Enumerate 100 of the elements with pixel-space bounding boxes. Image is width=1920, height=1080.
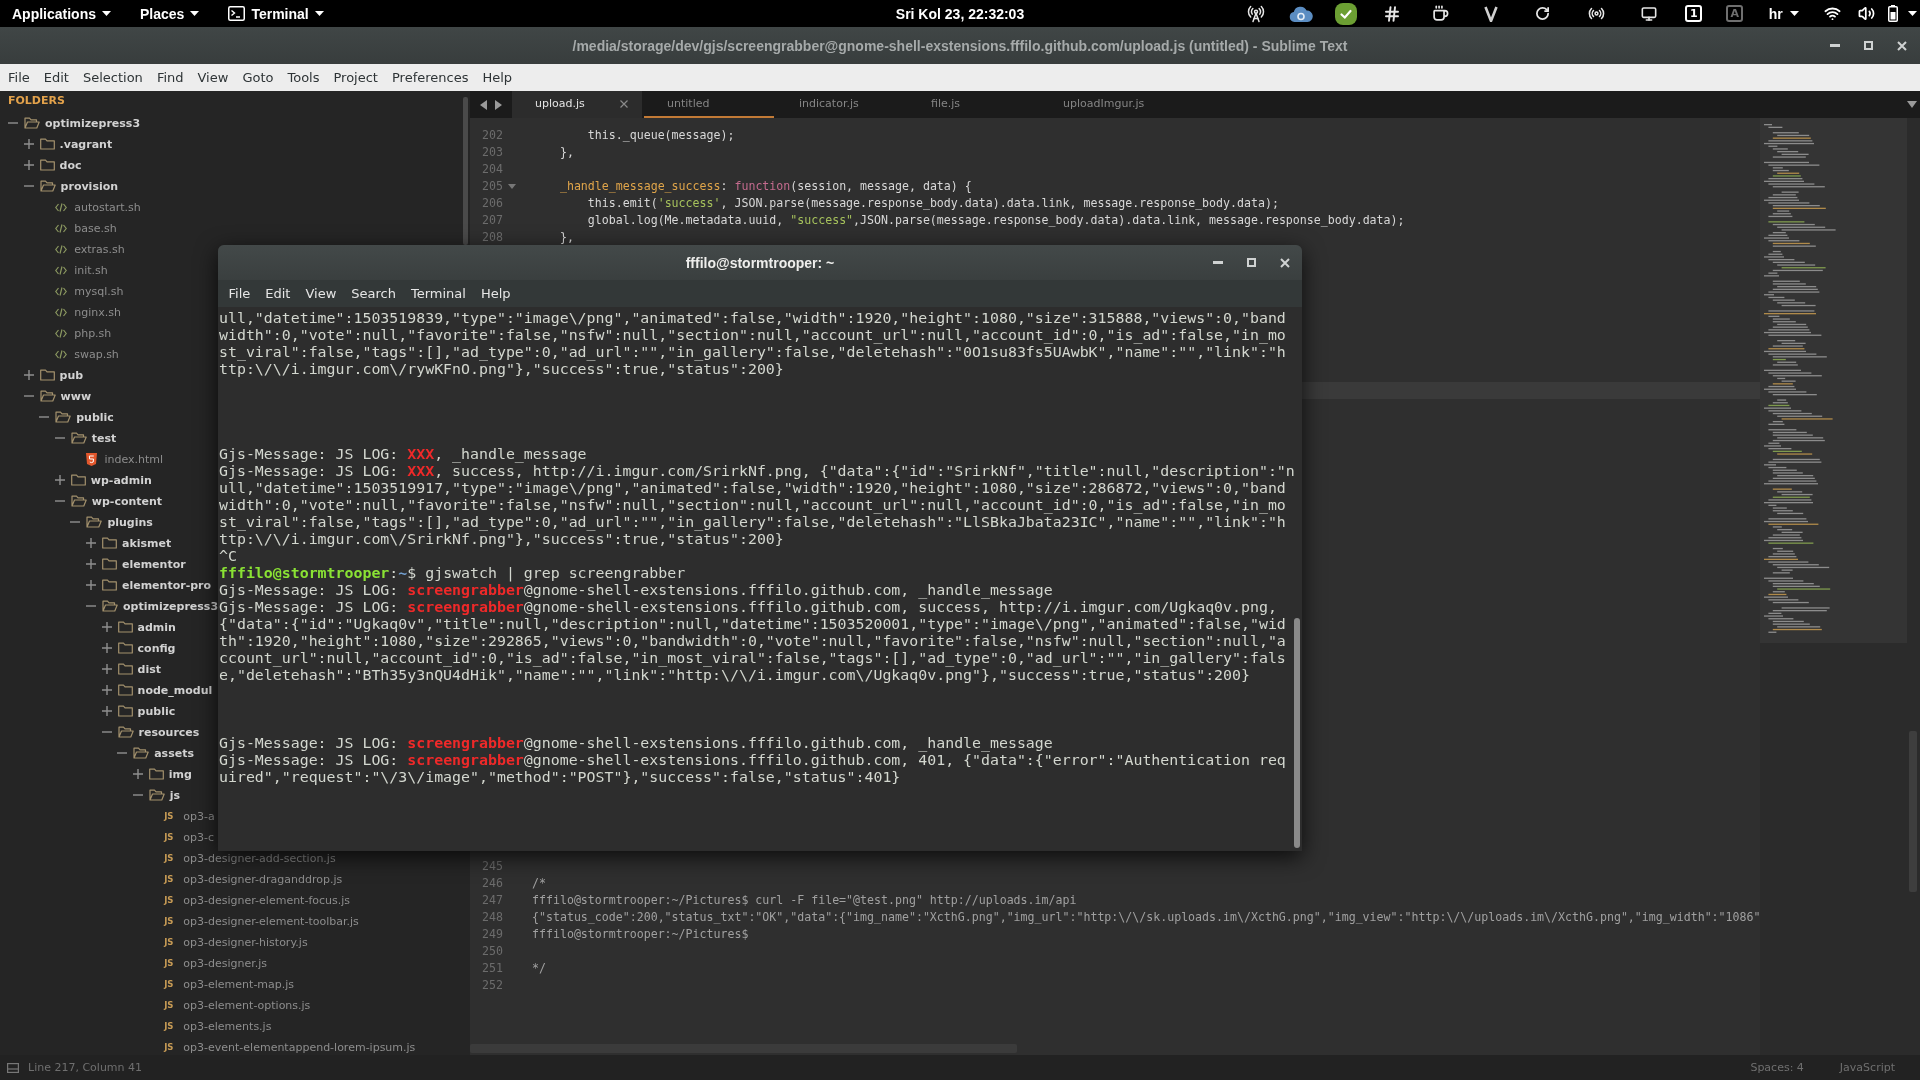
volume-icon[interactable] — [1858, 5, 1876, 22]
folder-item[interactable]: wp-content — [54, 495, 163, 508]
folder-item[interactable]: test — [54, 432, 117, 445]
plus-icon[interactable] — [101, 706, 112, 717]
folder-item[interactable]: www — [23, 390, 92, 403]
tree-item[interactable]: JS op3-event-elementappend-lorem-ipsum.js — [164, 1041, 416, 1054]
monitor-icon[interactable] — [1640, 5, 1657, 22]
tab[interactable]: upload.js — [512, 91, 642, 118]
menu-item[interactable]: File — [221, 286, 258, 301]
cup-icon[interactable] — [1431, 5, 1449, 22]
tree-item[interactable]: init.sh — [55, 264, 108, 277]
plus-icon[interactable] — [85, 538, 96, 549]
plus-icon[interactable] — [85, 559, 96, 570]
folder-item[interactable]: node_modul — [101, 684, 213, 697]
battery-icon[interactable] — [1887, 5, 1898, 22]
panel-menu[interactable]: Places — [140, 5, 200, 22]
folder-item[interactable]: img — [132, 768, 192, 781]
plus-icon[interactable] — [23, 139, 34, 150]
folder-item[interactable]: assets — [117, 747, 194, 760]
menu-item[interactable]: Project — [326, 70, 385, 85]
plus-icon[interactable] — [23, 370, 34, 381]
tree-item[interactable]: index.html — [86, 453, 164, 466]
tree-item[interactable]: JS op3-a — [164, 810, 215, 823]
plus-icon[interactable] — [101, 622, 112, 633]
status-indicator[interactable]: 1 — [1685, 5, 1703, 22]
tab[interactable]: file.js — [908, 91, 1038, 118]
tree-item[interactable]: JS op3-designer-add-section.js — [164, 852, 336, 865]
folder-item[interactable]: admin — [101, 621, 176, 634]
minus-icon[interactable] — [70, 521, 81, 524]
scrollbar[interactable] — [1294, 618, 1300, 848]
folder-item[interactable]: resources — [101, 726, 200, 739]
panel-icon[interactable] — [7, 1062, 19, 1073]
tab[interactable]: uploadImgur.js — [1040, 91, 1170, 118]
tree-item[interactable]: JS op3-designer-draganddrop.js — [164, 873, 343, 886]
menu-item[interactable]: Edit — [257, 286, 298, 301]
close-icon[interactable] — [620, 99, 628, 108]
menu-item[interactable]: Edit — [36, 70, 76, 85]
maximize-icon[interactable] — [1247, 258, 1256, 267]
scrollbar[interactable] — [463, 97, 468, 245]
folder-item[interactable]: provision — [23, 180, 119, 193]
folder-item[interactable]: optimizepress3 — [85, 600, 219, 613]
tree-item[interactable]: base.sh — [55, 222, 117, 235]
cloud-icon[interactable] — [1288, 5, 1313, 22]
folder-item[interactable]: wp-admin — [54, 474, 152, 487]
v-shape-icon[interactable] — [1483, 5, 1498, 22]
minus-icon[interactable] — [85, 605, 96, 608]
tree-item[interactable]: autostart.sh — [55, 201, 141, 214]
folder-item[interactable]: public — [101, 705, 176, 718]
tree-item[interactable]: JS op3-elements.js — [164, 1020, 272, 1033]
menu-item[interactable]: Help — [475, 70, 520, 85]
minus-icon[interactable] — [23, 395, 34, 398]
tree-item[interactable]: JS op3-designer-history.js — [164, 936, 308, 949]
menu-item[interactable]: Tools — [280, 70, 327, 85]
menu-item[interactable]: Find — [149, 70, 191, 85]
minimap[interactable] — [1760, 118, 1907, 643]
close-icon[interactable] — [1897, 40, 1907, 51]
hashtag-icon[interactable] — [1382, 4, 1401, 23]
menu-item[interactable]: File — [1, 70, 37, 85]
radio-tower-icon[interactable] — [1247, 4, 1265, 23]
minus-icon[interactable] — [54, 437, 65, 440]
plus-icon[interactable] — [132, 769, 143, 780]
status-indicator[interactable]: A — [1726, 5, 1744, 22]
caret-icon[interactable] — [1907, 101, 1917, 108]
tab[interactable]: indicator.js — [776, 91, 906, 118]
maximize-icon[interactable] — [1864, 41, 1873, 50]
minus-icon[interactable] — [117, 752, 128, 755]
tree-item[interactable]: JS op3-element-map.js — [164, 978, 295, 991]
panel-menu[interactable]: Terminal — [228, 5, 324, 22]
close-icon[interactable] — [1280, 257, 1290, 268]
folder-item[interactable]: pub — [23, 369, 84, 382]
plus-icon[interactable] — [85, 580, 96, 591]
triangle-left-icon[interactable] — [480, 99, 487, 110]
minus-icon[interactable] — [132, 794, 143, 797]
fold-arrow-icon[interactable] — [507, 183, 516, 189]
plus-icon[interactable] — [101, 664, 112, 675]
folder-item[interactable]: dist — [101, 663, 161, 676]
tree-item[interactable]: php.sh — [55, 327, 112, 340]
minus-icon[interactable] — [54, 500, 65, 503]
folder-item[interactable]: js — [132, 789, 181, 802]
folder-item[interactable]: public — [39, 411, 114, 424]
folder-item[interactable]: optimizepress3 — [8, 117, 141, 130]
refresh-icon[interactable] — [1535, 6, 1550, 21]
tree-item[interactable]: mysql.sh — [55, 285, 124, 298]
menu-item[interactable]: Selection — [75, 70, 150, 85]
folder-item[interactable]: .vagrant — [23, 138, 113, 151]
broadcast-icon[interactable] — [1587, 5, 1605, 22]
plus-icon[interactable] — [54, 475, 65, 486]
tree-item[interactable]: JS op3-designer-element-focus.js — [164, 894, 351, 907]
minus-icon[interactable] — [8, 122, 18, 125]
plus-icon[interactable] — [101, 685, 112, 696]
triangle-right-icon[interactable] — [495, 99, 502, 110]
wifi-icon[interactable] — [1823, 5, 1841, 22]
plus-icon[interactable] — [101, 643, 112, 654]
tree-item[interactable]: JS op3-c — [164, 831, 215, 844]
keyboard-layout-menu[interactable]: hr — [1768, 5, 1799, 22]
menu-item[interactable]: View — [297, 286, 344, 301]
tree-item[interactable]: nginx.sh — [55, 306, 121, 319]
menu-item[interactable]: Help — [473, 286, 519, 301]
minus-icon[interactable] — [101, 731, 112, 734]
plus-icon[interactable] — [23, 160, 34, 171]
